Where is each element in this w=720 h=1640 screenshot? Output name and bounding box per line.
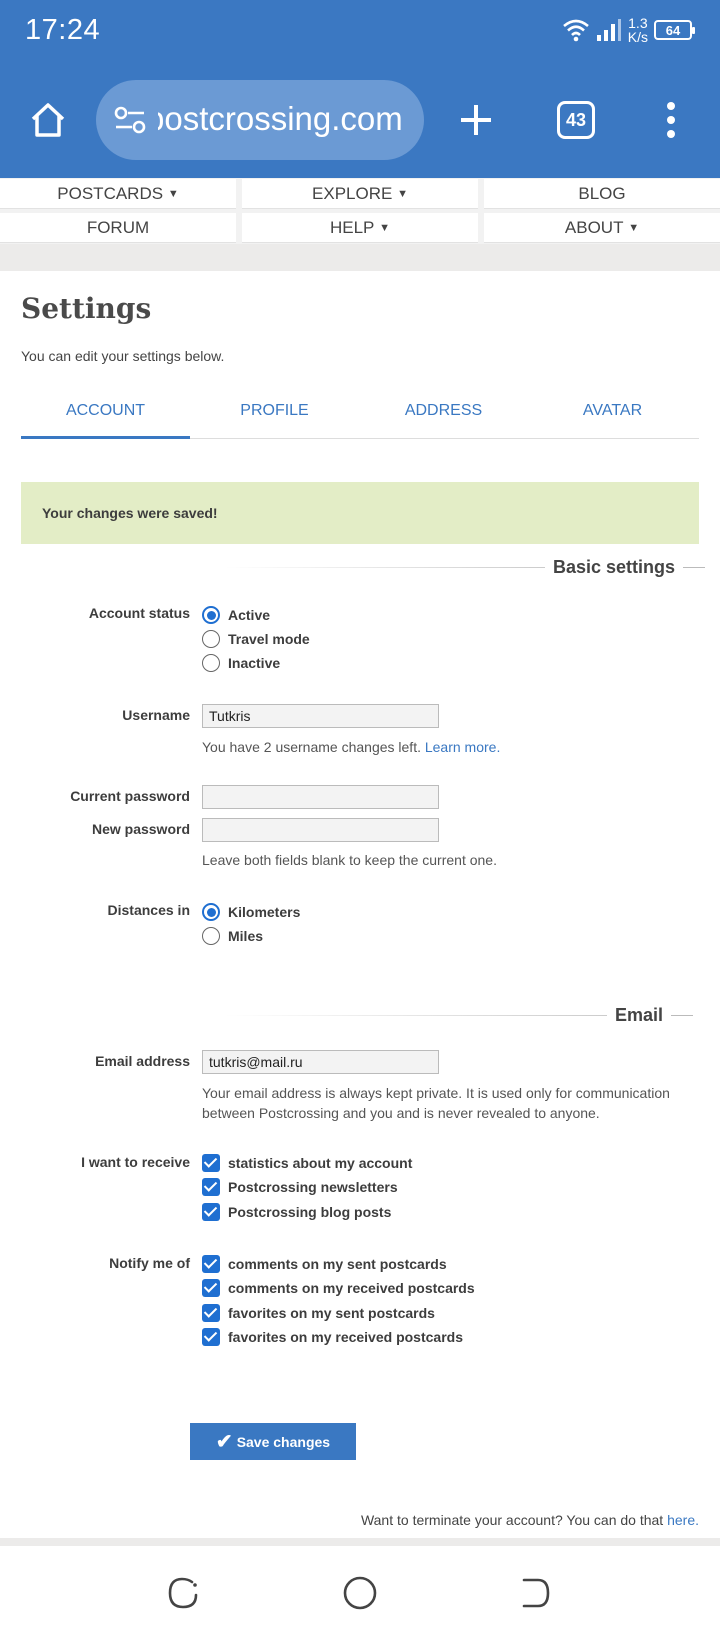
battery-icon: 64 — [654, 20, 695, 40]
tab-account[interactable]: ACCOUNT — [21, 397, 190, 439]
notify-label: Notify me of — [109, 1255, 190, 1271]
home-nav-icon[interactable] — [342, 1575, 378, 1611]
checkbox-comments-sent[interactable] — [202, 1255, 220, 1273]
site-nav: POSTCARDS ▼ EXPLORE ▼ BLOG FORUM HELP ▼ … — [0, 178, 720, 244]
email-address-label: Email address — [95, 1053, 190, 1069]
radio-miles[interactable] — [202, 927, 220, 945]
email-heading: Email — [225, 1005, 694, 1026]
nav-blog[interactable]: BLOG — [484, 179, 720, 209]
terminate-link[interactable]: here. — [667, 1512, 699, 1528]
new-password-input[interactable] — [202, 818, 439, 842]
nav-postcards[interactable]: POSTCARDS ▼ — [0, 179, 236, 209]
radio-kilometers[interactable] — [202, 903, 220, 921]
notice-text: Your changes were saved! — [42, 505, 218, 521]
home-icon[interactable] — [24, 96, 72, 144]
tab-profile[interactable]: PROFILE — [190, 397, 359, 439]
site-settings-icon[interactable] — [114, 106, 146, 134]
notify-comments-sent[interactable]: comments on my sent postcards — [202, 1255, 447, 1273]
distances-label: Distances in — [107, 902, 190, 918]
menu-icon[interactable] — [656, 96, 686, 144]
password-hint: Leave both fields blank to keep the curr… — [202, 852, 497, 868]
tab-avatar[interactable]: AVATAR — [528, 397, 697, 439]
email-input[interactable] — [202, 1050, 439, 1074]
username-label: Username — [122, 707, 190, 723]
system-nav-bar — [0, 1546, 720, 1640]
checkbox-favorites-received[interactable] — [202, 1328, 220, 1346]
account-status-label: Account status — [88, 605, 190, 621]
receive-label: I want to receive — [81, 1154, 190, 1170]
settings-tabs: ACCOUNT PROFILE ADDRESS AVATAR — [21, 397, 699, 439]
current-password-label: Current password — [70, 788, 190, 804]
radio-travel-mode[interactable] — [202, 630, 220, 648]
checkbox-statistics[interactable] — [202, 1154, 220, 1172]
nav-help[interactable]: HELP ▼ — [242, 213, 478, 243]
url-bar[interactable]: postcrossing.com — [96, 80, 424, 160]
checkbox-comments-received[interactable] — [202, 1279, 220, 1297]
distances-miles[interactable]: Miles — [202, 927, 263, 945]
distances-kilometers[interactable]: Kilometers — [202, 903, 300, 921]
radio-active[interactable] — [202, 606, 220, 624]
learn-more-link[interactable]: Learn more. — [425, 739, 500, 755]
account-status-travel[interactable]: Travel mode — [202, 630, 310, 648]
notify-favorites-sent[interactable]: favorites on my sent postcards — [202, 1304, 435, 1322]
tab-switcher-button[interactable]: 43 — [557, 101, 595, 139]
wifi-icon — [562, 19, 589, 42]
recent-apps-icon[interactable] — [166, 1576, 200, 1610]
receive-blog-posts[interactable]: Postcrossing blog posts — [202, 1203, 391, 1221]
nav-divider — [0, 244, 720, 271]
new-password-label: New password — [91, 821, 190, 837]
username-input[interactable] — [202, 704, 439, 728]
success-notice: Your changes were saved! — [21, 482, 699, 544]
terminate-account-text: Want to terminate your account? You can … — [360, 1512, 699, 1528]
network-speed: 1.3 K/s — [627, 15, 648, 45]
status-time: 17:24 — [25, 14, 101, 46]
nav-forum[interactable]: FORUM — [0, 213, 236, 243]
status-icons: 1.3 K/s 64 — [562, 15, 695, 45]
checkbox-favorites-sent[interactable] — [202, 1304, 220, 1322]
save-changes-button[interactable]: ✔ Save changes — [190, 1423, 356, 1460]
checkmark-icon: ✔ — [215, 1431, 233, 1453]
browser-chrome: 17:24 1.3 K/s 64 postcrossing.com 43 — [0, 0, 720, 178]
checkbox-newsletters[interactable] — [202, 1178, 220, 1196]
signal-icon — [596, 19, 621, 41]
basic-settings-heading: Basic settings — [225, 557, 706, 578]
back-nav-icon[interactable] — [518, 1576, 552, 1610]
current-password-input[interactable] — [202, 785, 439, 809]
email-hint: Your email address is always kept privat… — [202, 1085, 670, 1121]
nav-about[interactable]: ABOUT ▼ — [484, 213, 720, 243]
url-text: postcrossing.com — [158, 100, 403, 137]
notify-favorites-received[interactable]: favorites on my received postcards — [202, 1328, 463, 1346]
radio-inactive[interactable] — [202, 654, 220, 672]
new-tab-icon[interactable] — [452, 96, 500, 144]
account-status-inactive[interactable]: Inactive — [202, 654, 280, 672]
receive-newsletters[interactable]: Postcrossing newsletters — [202, 1178, 398, 1196]
receive-statistics[interactable]: statistics about my account — [202, 1154, 412, 1172]
tab-address[interactable]: ADDRESS — [359, 397, 528, 439]
checkbox-blog-posts[interactable] — [202, 1203, 220, 1221]
nav-explore[interactable]: EXPLORE ▼ — [242, 179, 478, 209]
page-title: Settings — [21, 292, 152, 325]
account-status-active[interactable]: Active — [202, 606, 270, 624]
page-subtitle: You can edit your settings below. — [21, 348, 225, 364]
page-footer-divider — [0, 1538, 720, 1546]
username-hint: You have 2 username changes left. Learn … — [202, 739, 501, 755]
notify-comments-received[interactable]: comments on my received postcards — [202, 1279, 475, 1297]
